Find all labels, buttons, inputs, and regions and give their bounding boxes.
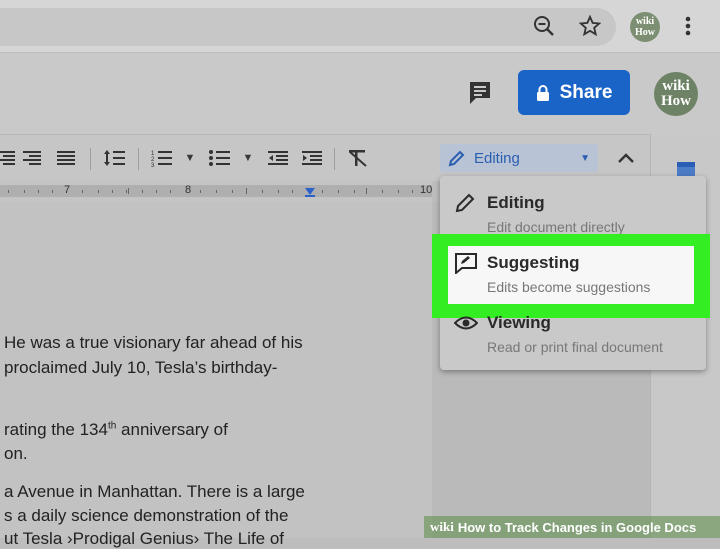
eye-icon bbox=[453, 315, 479, 336]
mode-selector[interactable]: Editing ▼ bbox=[440, 144, 598, 172]
comment-history-icon[interactable] bbox=[462, 74, 498, 110]
share-button[interactable]: Share bbox=[518, 70, 630, 115]
increase-indent-icon[interactable] bbox=[300, 146, 324, 170]
account-avatar[interactable]: wiki How bbox=[654, 72, 698, 116]
numbered-list-icon[interactable]: 123 bbox=[150, 146, 174, 170]
menu-item-title: Editing bbox=[487, 193, 545, 212]
pencil-icon bbox=[448, 149, 466, 167]
document-text-line: a Avenue in Manhattan. There is a large bbox=[4, 482, 305, 501]
avatar-text: wiki How bbox=[635, 16, 655, 38]
numbered-list-dropdown-icon[interactable]: ▼ bbox=[178, 146, 202, 170]
avatar-text: wiki How bbox=[661, 78, 691, 109]
address-bar[interactable] bbox=[0, 8, 616, 46]
document-text: anniversary of bbox=[116, 420, 228, 439]
document-text-line: on. bbox=[4, 444, 28, 463]
bulleted-list-dropdown-icon[interactable]: ▼ bbox=[236, 146, 260, 170]
ruler-tick-label: 10 bbox=[420, 184, 433, 196]
decrease-indent-icon[interactable] bbox=[266, 146, 290, 170]
toolbar-divider bbox=[334, 148, 335, 170]
toolbar-divider bbox=[138, 148, 139, 170]
line-spacing-icon[interactable] bbox=[102, 146, 126, 170]
svg-text:3: 3 bbox=[151, 163, 155, 167]
zoom-out-icon[interactable] bbox=[530, 12, 558, 40]
suggest-icon bbox=[454, 252, 478, 279]
watermark: wiki How to Track Changes in Google Docs bbox=[424, 516, 720, 538]
bulleted-list-icon[interactable] bbox=[208, 146, 232, 170]
browser-profile-avatar[interactable]: wiki How bbox=[630, 12, 660, 42]
indent-marker-icon[interactable] bbox=[304, 185, 316, 203]
watermark-text: How to Track Changes in Google Docs bbox=[457, 519, 697, 535]
document-text-line: s a daily science demonstration of the bbox=[4, 506, 289, 525]
mode-label: Editing bbox=[474, 149, 520, 167]
document-text-line: proclaimed July 10, Tesla’s birthday- bbox=[4, 358, 278, 377]
menu-item-description: Read or print final document bbox=[487, 339, 663, 355]
menu-item-description: Edits become suggestions bbox=[487, 279, 651, 295]
caret-down-icon: ▼ bbox=[580, 152, 590, 164]
document-text: rating the 134 bbox=[4, 420, 108, 439]
clear-formatting-icon[interactable] bbox=[346, 146, 370, 170]
ruler-tick-label: 8 bbox=[185, 184, 192, 196]
share-label: Share bbox=[559, 81, 613, 103]
menu-item-description: Edit document directly bbox=[487, 219, 625, 235]
lock-icon bbox=[536, 84, 549, 101]
more-vert-icon[interactable] bbox=[674, 12, 702, 40]
align-right-icon[interactable] bbox=[20, 146, 44, 170]
chevron-up-icon[interactable] bbox=[612, 145, 640, 171]
align-right-icon[interactable] bbox=[0, 146, 18, 170]
document-text-line: ut Tesla ›Prodigal Genius› The Life of bbox=[4, 529, 285, 548]
toolbar-divider bbox=[90, 148, 91, 170]
menu-item-title: Suggesting bbox=[487, 253, 580, 272]
document-text-line: rating the 134th anniversary of bbox=[4, 420, 228, 440]
watermark-brand: wiki bbox=[430, 519, 454, 534]
justify-icon[interactable] bbox=[54, 146, 78, 170]
star-icon[interactable] bbox=[576, 12, 604, 40]
ruler-tick-label: 7 bbox=[64, 184, 71, 196]
document-text-line: He was a true visionary far ahead of his bbox=[4, 333, 303, 352]
menu-item-title: Viewing bbox=[487, 313, 551, 332]
